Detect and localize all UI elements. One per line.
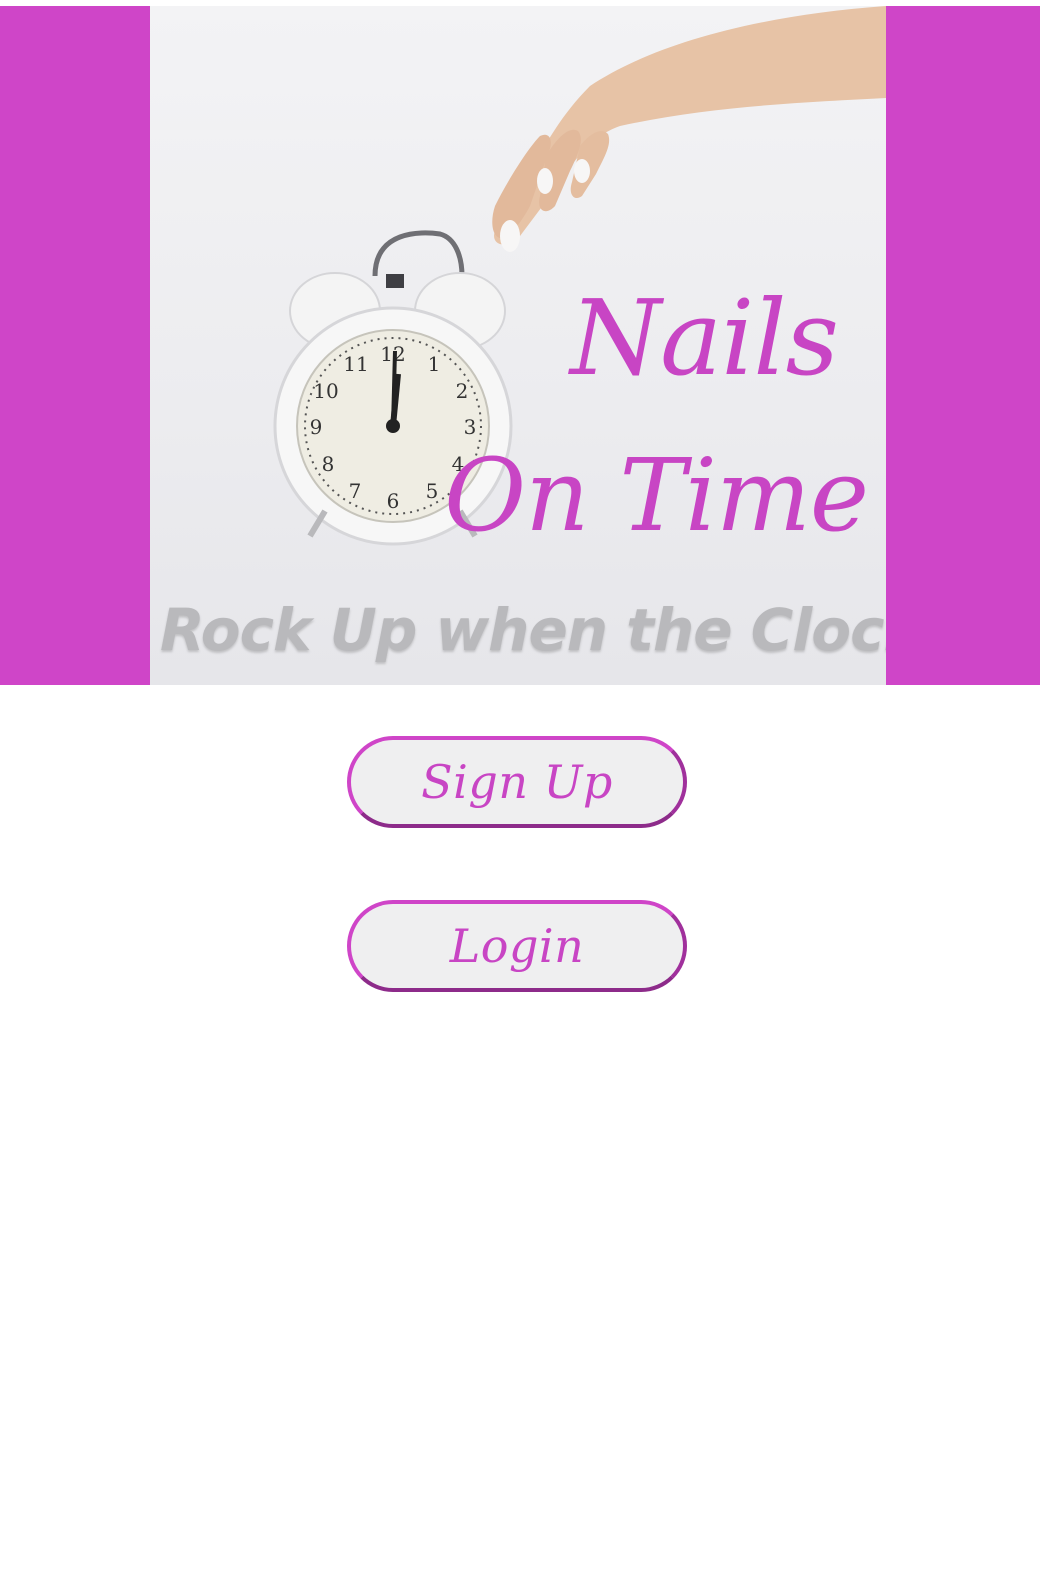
hero-image: 12 1 2 3 4 5 6 7 8 9 10 11 [150,6,886,685]
svg-text:3: 3 [464,415,477,439]
sign-up-button[interactable]: Sign Up [347,736,687,828]
brand-title-line-1: Nails [570,277,839,399]
svg-text:2: 2 [456,379,469,403]
svg-text:8: 8 [322,452,335,476]
svg-text:1: 1 [428,352,441,376]
svg-text:7: 7 [349,479,362,503]
svg-text:11: 11 [343,352,368,376]
svg-text:6: 6 [387,489,400,513]
login-button[interactable]: Login [347,900,687,992]
brand-title-line-2: On Time [444,437,869,554]
svg-text:10: 10 [313,379,338,403]
svg-text:5: 5 [426,479,439,503]
svg-text:9: 9 [310,415,323,439]
hero-banner: 12 1 2 3 4 5 6 7 8 9 10 11 [0,6,1040,685]
welcome-screen: 12 1 2 3 4 5 6 7 8 9 10 11 [0,0,1050,1584]
tagline: Rock Up when the Clock Up [160,596,886,664]
